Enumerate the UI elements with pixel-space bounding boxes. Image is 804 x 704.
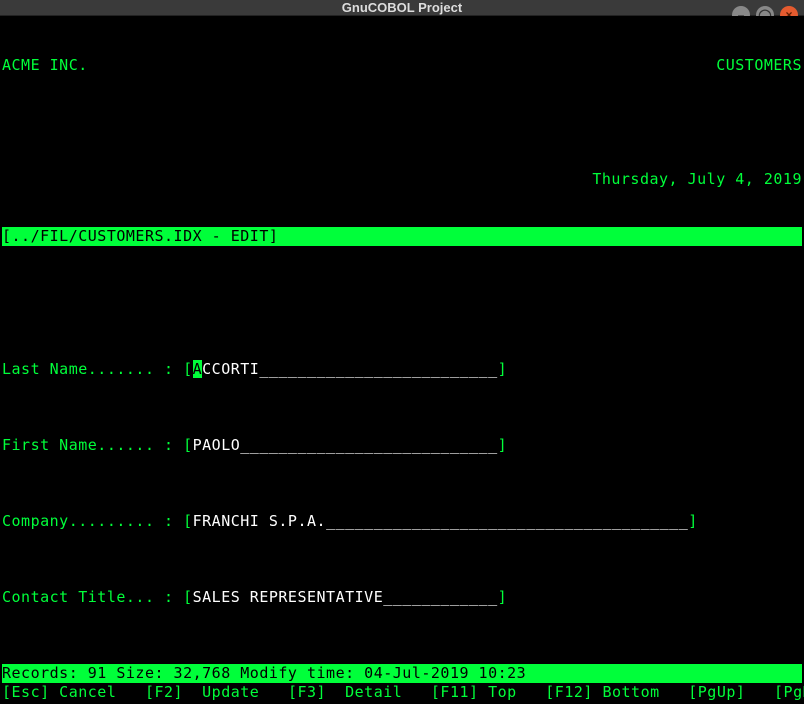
field-company: Company......... : [FRANCHI S.P.A.______…	[2, 512, 802, 531]
field-label: First Name...... :	[2, 436, 183, 454]
window-title: GnuCOBOL Project	[342, 0, 462, 15]
status-records: Records: 91 Size: 32,768 Modify time: 04…	[2, 664, 802, 683]
company-input[interactable]: FRANCHI S.P.A.__________________________…	[193, 512, 689, 530]
key-f2[interactable]: [F2] Update	[145, 683, 259, 701]
field-last-name: Last Name....... : [ACCORTI_____________…	[2, 360, 802, 379]
cursor: A	[193, 360, 203, 378]
terminal: ACME INC. CUSTOMERS Thursday, July 4, 20…	[0, 16, 804, 704]
file-path: [../FIL/CUSTOMERS.IDX - EDIT]	[2, 227, 802, 246]
key-pgdn[interactable]: [PgDn]	[774, 683, 804, 701]
field-label: Contact Title... :	[2, 588, 183, 606]
footer-keys: [Esc] Cancel [F2] Update [F3] Detail [F1…	[2, 683, 802, 702]
field-contact-title: Contact Title... : [SALES REPRESENTATIVE…	[2, 588, 802, 607]
blank-row	[2, 284, 802, 303]
date-row: Thursday, July 4, 2019	[2, 170, 802, 189]
key-esc[interactable]: [Esc] Cancel	[2, 683, 116, 701]
window-frame: GnuCOBOL Project – ◯ × ACME INC. CUSTOME…	[0, 0, 804, 502]
key-f12[interactable]: [F12] Bottom	[545, 683, 659, 701]
first-name-input[interactable]: PAOLO___________________________	[193, 436, 498, 454]
contact-title-input[interactable]: SALES REPRESENTATIVE____________	[193, 588, 498, 606]
last-name-input[interactable]: ACCORTI_________________________	[193, 360, 498, 378]
current-date: Thursday, July 4, 2019	[592, 170, 802, 189]
key-pgup[interactable]: [PgUp]	[688, 683, 745, 701]
key-f3[interactable]: [F3] Detail	[288, 683, 402, 701]
titlebar: GnuCOBOL Project – ◯ ×	[0, 0, 804, 16]
field-label: Last Name....... :	[2, 360, 183, 378]
field-first-name: First Name...... : [PAOLO_______________…	[2, 436, 802, 455]
status-records-row: Records: 91 Size: 32,768 Modify time: 04…	[2, 664, 802, 683]
file-path-row: [../FIL/CUSTOMERS.IDX - EDIT]	[2, 227, 802, 246]
blank-row	[2, 113, 802, 132]
field-label: Company......... :	[2, 512, 183, 530]
company-name: ACME INC.	[2, 56, 88, 75]
key-f11[interactable]: [F11] Top	[431, 683, 517, 701]
header-row: ACME INC. CUSTOMERS	[2, 56, 802, 75]
screen-name: CUSTOMERS	[716, 56, 802, 75]
